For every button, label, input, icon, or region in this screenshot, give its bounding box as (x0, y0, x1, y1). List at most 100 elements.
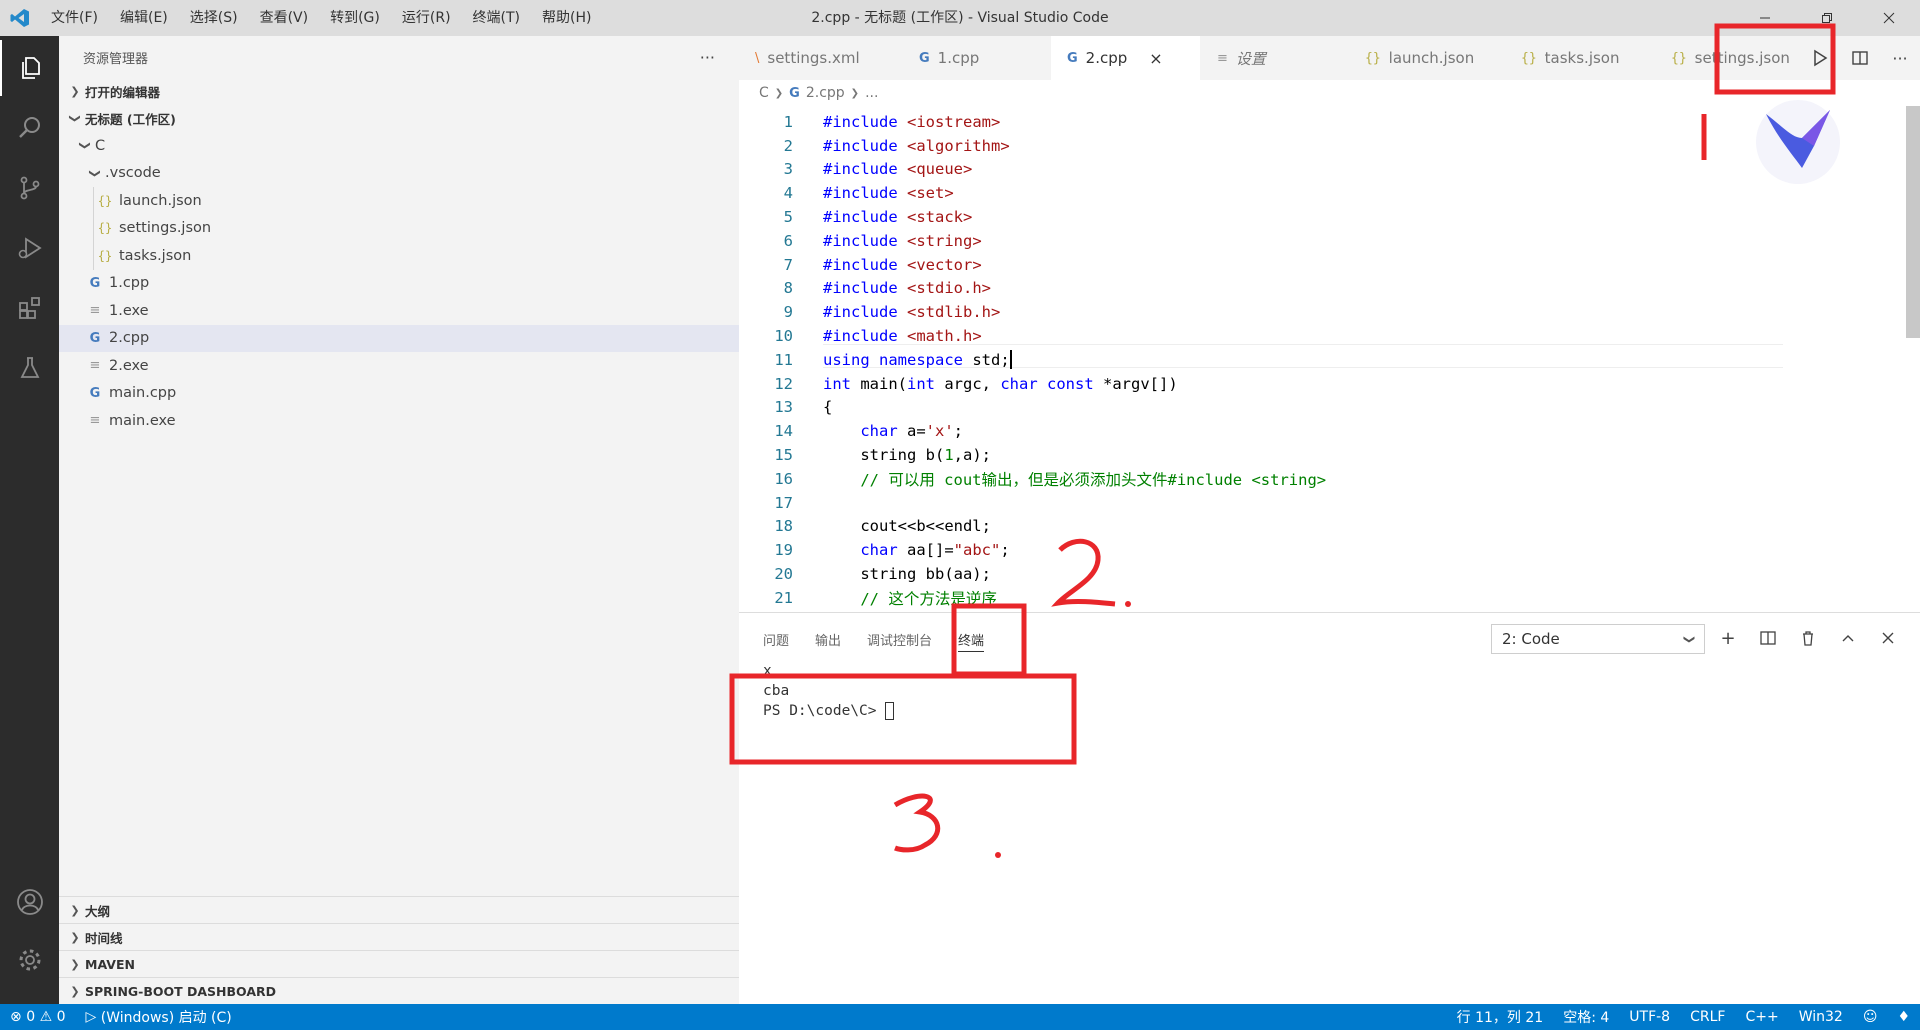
close-tab-icon[interactable]: × (1149, 49, 1162, 68)
tree-file-2-exe[interactable]: ≡ 2.exe (59, 352, 739, 380)
indentation[interactable]: 空格: 4 (1553, 1007, 1619, 1027)
terminal-line: cba (763, 683, 790, 699)
trash-icon[interactable] (1788, 623, 1828, 653)
testing-flask-icon[interactable] (0, 340, 59, 396)
workspace-section[interactable]: ❯ 无标题 (工作区) (59, 105, 739, 132)
spring-boot-dashboard-section[interactable]: ❯ SPRING-BOOT DASHBOARD (59, 977, 739, 1004)
menu-help[interactable]: 帮助(H) (531, 0, 602, 36)
run-debug-icon[interactable] (0, 220, 59, 276)
explorer-icon[interactable] (0, 40, 59, 96)
account-icon[interactable] (0, 874, 59, 930)
code-line: 7 #include <vector> (739, 253, 1920, 277)
rss-icon: \ (755, 50, 760, 66)
tree-item-label: main.exe (109, 412, 176, 429)
code-line: 19 char aa[]= "abc"; (739, 538, 1920, 562)
tree-file-settings-json[interactable]: {} settings.json (59, 214, 739, 242)
editor-tabs: \ settings.xml G 1.cpp G 2.cpp × ≡ 设置 {} launc… (739, 36, 1920, 80)
line-number: 6 (783, 231, 793, 250)
tab-2-cpp[interactable]: G 2.cpp × (1051, 36, 1201, 80)
debug-launch-status[interactable]: ▷ (Windows) 启动 (C) (76, 1007, 242, 1027)
split-editor-icon[interactable] (1840, 36, 1880, 80)
code-line: 9 #include <stdlib.h> (739, 300, 1920, 324)
menu-view[interactable]: 查看(V) (249, 0, 320, 36)
maximize-panel-icon[interactable] (1828, 623, 1868, 653)
menu-terminal[interactable]: 终端(T) (462, 0, 531, 36)
new-terminal-icon[interactable]: + (1708, 623, 1748, 653)
tree-file-1-exe[interactable]: ≡ 1.exe (59, 297, 739, 325)
more-actions-button[interactable]: ··· (700, 48, 715, 67)
chevron-down-icon: ❯ (88, 168, 102, 178)
breadcrumb-symbol[interactable]: ... (865, 85, 878, 101)
breadcrumb-folder[interactable]: C (759, 85, 769, 101)
tree-file-launch-json[interactable]: {} launch.json (59, 187, 739, 215)
menu-edit[interactable]: 编辑(E) (109, 0, 179, 36)
tree-item-label: 2.cpp (109, 330, 150, 347)
tree-folder-c[interactable]: ❯ C (59, 132, 739, 160)
tab-output[interactable]: 输出 (815, 613, 841, 665)
code-token: #include (823, 255, 907, 274)
menu-run[interactable]: 运行(R) (391, 0, 462, 36)
code-token: a= (907, 422, 926, 441)
more-actions-icon[interactable]: ··· (1880, 36, 1920, 80)
tree-file-1-cpp[interactable]: G 1.cpp (59, 270, 739, 298)
notifications-icon[interactable]: ♦ (1887, 1009, 1920, 1025)
menu-selection[interactable]: 选择(S) (179, 0, 249, 36)
tree-file-2-cpp[interactable]: G 2.cpp (59, 324, 739, 352)
minimize-button[interactable] (1734, 0, 1796, 36)
split-terminal-icon[interactable] (1748, 623, 1788, 653)
indent-guide (93, 187, 94, 215)
breadcrumb-file[interactable]: 2.cpp (806, 85, 845, 101)
close-window-button[interactable] (1858, 0, 1920, 36)
code-token: #include (823, 112, 907, 131)
language-mode[interactable]: C++ (1735, 1009, 1788, 1025)
tree-item-label: tasks.json (119, 247, 192, 264)
encoding[interactable]: UTF-8 (1619, 1009, 1680, 1025)
tab-terminal[interactable]: 终端 (958, 613, 985, 665)
problems-status[interactable]: ⊗ 0 ⚠ 0 (0, 1009, 76, 1025)
tab-debug-console[interactable]: 调试控制台 (867, 613, 932, 665)
end-of-line[interactable]: CRLF (1680, 1009, 1735, 1025)
terminal-select[interactable]: 2: Code ❯ (1491, 624, 1705, 654)
outline-section[interactable]: ❯ 大纲 (59, 896, 739, 923)
tab-launch-json[interactable]: {} launch.json (1349, 36, 1505, 80)
timeline-section[interactable]: ❯ 时间线 (59, 923, 739, 950)
platform[interactable]: Win32 (1789, 1009, 1853, 1025)
terminal-output[interactable]: x cba PS D:\code\C> (763, 661, 895, 721)
line-number: 3 (783, 160, 793, 179)
editor-scrollbar[interactable] (1906, 106, 1920, 338)
tab-settings-xml[interactable]: \ settings.xml (739, 36, 903, 80)
tab-problems[interactable]: 问题 (763, 613, 789, 665)
run-code-button[interactable] (1800, 36, 1840, 80)
error-icon: ⊗ (10, 1009, 22, 1025)
code-line: 13 { (739, 396, 1920, 420)
close-panel-icon[interactable] (1868, 623, 1908, 653)
feedback-icon[interactable]: ☺ (1853, 1009, 1888, 1025)
tab-tasks-json[interactable]: {} tasks.json (1505, 36, 1655, 80)
restore-button[interactable] (1796, 0, 1858, 36)
code-token: #include (823, 231, 907, 250)
tree-file-main-exe[interactable]: ≡ main.exe (59, 407, 739, 435)
json-file-icon: {} (97, 248, 113, 263)
source-control-icon[interactable] (0, 160, 59, 216)
tree-file-tasks-json[interactable]: {} tasks.json (59, 242, 739, 270)
gear-icon[interactable] (0, 932, 59, 988)
section-label: 时间线 (85, 930, 123, 946)
tab-1-cpp[interactable]: G 1.cpp (903, 36, 1051, 80)
cursor-position[interactable]: 行 11，列 21 (1447, 1007, 1554, 1027)
menu-file[interactable]: 文件(F) (40, 0, 109, 36)
tab-label: tasks.json (1544, 49, 1620, 67)
search-icon[interactable] (0, 100, 59, 156)
line-number: 16 (774, 469, 793, 488)
code-line: 8 #include <stdio.h> (739, 277, 1920, 301)
extensions-icon[interactable] (0, 280, 59, 336)
tab-settings-json[interactable]: {} settings.json (1655, 36, 1805, 80)
tab-settings[interactable]: ≡ 设置 (1201, 36, 1349, 80)
tab-label: 2.cpp (1085, 49, 1128, 67)
tree-folder-vscode[interactable]: ❯ .vscode (59, 160, 739, 188)
code-line: 12 int main(int argc, char const *argv[]) (739, 372, 1920, 396)
tree-file-main-cpp[interactable]: G main.cpp (59, 380, 739, 408)
maven-section[interactable]: ❯ MAVEN (59, 950, 739, 977)
menu-goto[interactable]: 转到(G) (319, 0, 391, 36)
code-editor[interactable]: 1 #include <iostream> 2 #include <algorithm… (739, 106, 1920, 612)
open-editors-section[interactable]: ❯ 打开的编辑器 (59, 78, 739, 105)
